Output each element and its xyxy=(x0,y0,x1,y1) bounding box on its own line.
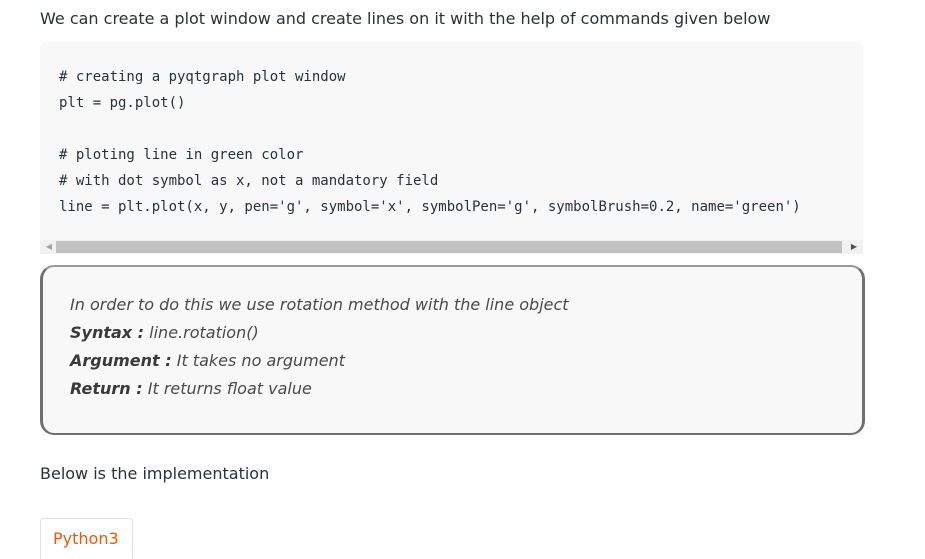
method-note-box: In order to do this we use rotation meth… xyxy=(40,265,865,435)
tab-label: Python3 xyxy=(53,529,119,548)
scroll-right-arrow-icon[interactable]: ▶ xyxy=(847,242,861,252)
code-line: # with dot symbol as x, not a mandatory … xyxy=(59,173,439,189)
code-lines: # creating a pyqtgraph plot window plt = … xyxy=(59,64,801,220)
note-description: In order to do this we use rotation meth… xyxy=(70,295,569,314)
horizontal-scrollbar[interactable]: ◀ ▶ xyxy=(40,240,863,254)
code-line: # creating a pyqtgraph plot window xyxy=(59,69,346,85)
implementation-heading: Below is the implementation xyxy=(40,464,270,483)
code-line: # ploting line in green color xyxy=(59,147,304,163)
scrollbar-thumb[interactable] xyxy=(56,241,842,253)
note-syntax: Syntax : line.rotation() xyxy=(70,323,259,342)
return-value: It returns float value xyxy=(142,379,312,398)
argument-label: Argument : xyxy=(70,351,172,370)
code-line: plt = pg.plot() xyxy=(59,95,186,111)
note-argument: Argument : It takes no argument xyxy=(70,351,345,370)
scroll-left-arrow-icon[interactable]: ◀ xyxy=(42,242,56,252)
syntax-label: Syntax : xyxy=(70,323,145,342)
syntax-value: line.rotation() xyxy=(144,323,259,342)
intro-paragraph: We can create a plot window and create l… xyxy=(40,9,771,28)
note-return: Return : It returns float value xyxy=(70,379,312,398)
code-block: # creating a pyqtgraph plot window plt = … xyxy=(40,42,863,254)
argument-value: It takes no argument xyxy=(171,351,345,370)
return-label: Return : xyxy=(70,379,143,398)
tab-python3[interactable]: Python3 xyxy=(40,518,133,559)
code-line: line = plt.plot(x, y, pen='g', symbol='x… xyxy=(59,199,801,215)
